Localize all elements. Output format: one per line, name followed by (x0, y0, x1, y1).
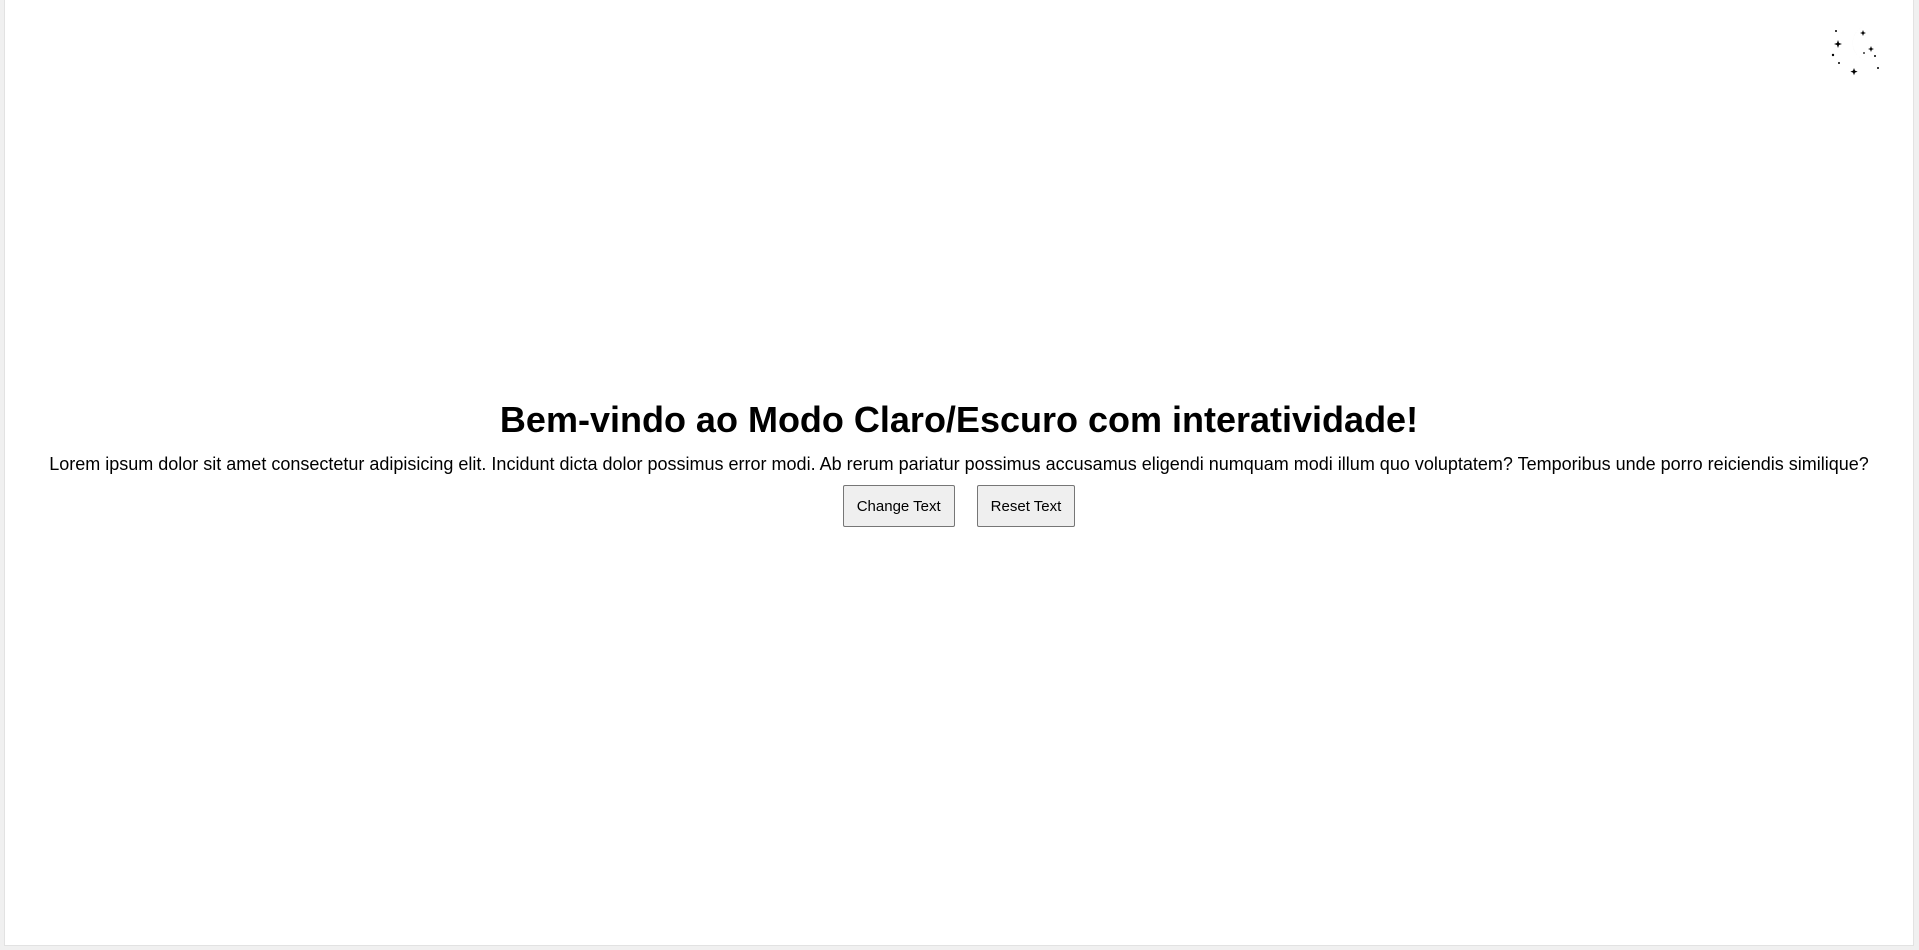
theme-toggle-button[interactable] (1826, 22, 1884, 78)
button-group: Change Text Reset Text (5, 485, 1913, 527)
main-content: Bem-vindo ao Modo Claro/Escuro com inter… (5, 398, 1913, 527)
reset-text-button[interactable]: Reset Text (976, 485, 1076, 527)
change-text-button[interactable]: Change Text (842, 485, 955, 527)
page-title: Bem-vindo ao Modo Claro/Escuro com inter… (499, 399, 1419, 440)
moon-stars-icon (1831, 27, 1880, 76)
intro-paragraph: Lorem ipsum dolor sit amet consectetur a… (49, 454, 1869, 474)
page-viewport: Bem-vindo ao Modo Claro/Escuro com inter… (4, 0, 1914, 946)
